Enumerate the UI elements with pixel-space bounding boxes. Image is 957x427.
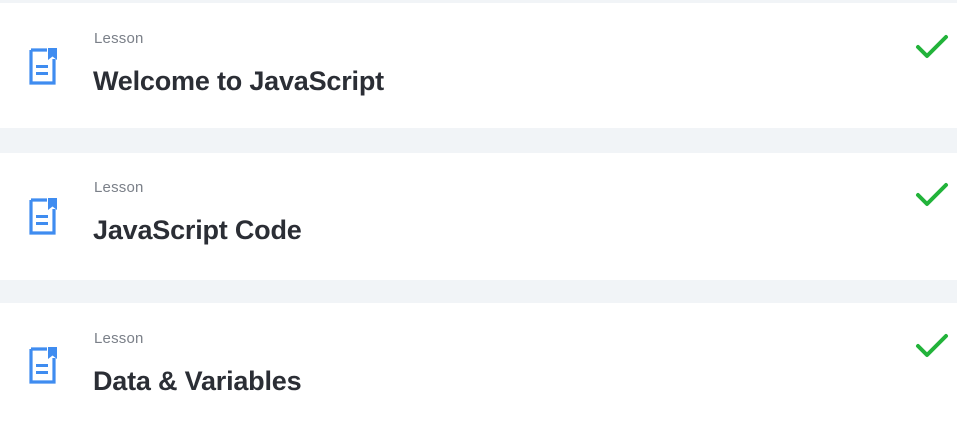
lesson-title[interactable]: Data & Variables: [93, 366, 302, 397]
lesson-list: Lesson Welcome to JavaScript Lesson Java…: [0, 0, 957, 427]
lesson-title[interactable]: Welcome to JavaScript: [93, 66, 384, 97]
check-icon: [916, 334, 948, 357]
lesson-item[interactable]: Lesson Welcome to JavaScript: [0, 3, 957, 128]
lesson-type-label: Lesson: [94, 179, 144, 196]
lesson-document-icon: [29, 347, 57, 384]
lesson-item[interactable]: Lesson JavaScript Code: [0, 153, 957, 280]
lesson-document-icon: [29, 198, 57, 235]
lesson-item[interactable]: Lesson Data & Variables: [0, 303, 957, 427]
check-icon: [916, 183, 948, 206]
lesson-type-label: Lesson: [94, 30, 144, 47]
lesson-document-icon: [29, 48, 57, 85]
lesson-title[interactable]: JavaScript Code: [93, 215, 302, 246]
lesson-type-label: Lesson: [94, 330, 144, 347]
check-icon: [916, 35, 948, 58]
